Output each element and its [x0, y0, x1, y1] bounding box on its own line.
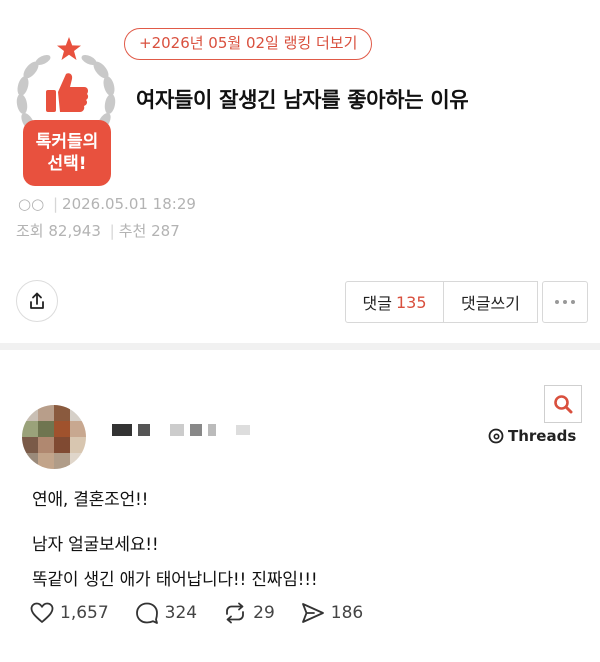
comment-count: 324	[164, 603, 198, 623]
meta-divider: |	[109, 222, 115, 240]
ranking-more-link[interactable]: +2026년 05월 02일 랭킹 더보기	[124, 28, 373, 60]
send-icon	[301, 603, 324, 623]
search-icon	[554, 395, 573, 414]
post-text-line-2: 남자 얼굴보세요!!	[32, 535, 159, 555]
username-blurred	[112, 424, 256, 436]
repost-icon	[226, 602, 245, 624]
heart-icon	[30, 602, 54, 623]
views-label: 조회	[16, 222, 44, 240]
section-divider	[0, 343, 600, 350]
comments-label: 댓글	[362, 294, 392, 313]
threads-label: Threads	[508, 427, 577, 445]
badge-label: 톡커들의 선택!	[23, 120, 111, 186]
badge-label-line1: 톡커들의	[35, 132, 99, 152]
comment-stat[interactable]: 324	[135, 602, 197, 624]
share-stat[interactable]: 186	[301, 602, 363, 624]
likes-count: 287	[151, 222, 180, 240]
post-title: 여자들이 잘생긴 남자를 좋아하는 이유	[136, 88, 469, 112]
meta-divider: |	[52, 195, 59, 213]
post-text-line-3: 똑같이 생긴 애가 태어납니다!! 진짜임!!!	[32, 570, 318, 590]
write-comment-label: 댓글쓰기	[461, 294, 520, 313]
threads-brand: Threads	[488, 427, 576, 445]
share-button[interactable]	[16, 280, 58, 322]
repost-stat[interactable]: 29	[223, 602, 275, 624]
threads-logo-icon	[488, 428, 504, 444]
likes-label: 추천	[118, 222, 147, 240]
share-icon	[30, 292, 44, 309]
post-meta-author-date: ○○ | 2026.05.01 18:29	[18, 195, 196, 213]
post-text-line-1: 연애, 결혼조언!!	[32, 490, 149, 510]
share-count: 186	[330, 603, 364, 623]
avatar-blurred	[22, 405, 86, 469]
comments-button[interactable]: 댓글 135	[345, 281, 444, 323]
more-options-button[interactable]	[542, 281, 588, 323]
comment-bubble-icon	[135, 602, 158, 624]
toktalk-choice-badge: 톡커들의 선택!	[12, 36, 120, 186]
comment-actions: 댓글 135 댓글쓰기	[345, 281, 588, 323]
like-count: 1,657	[60, 603, 109, 623]
post-date: 2026.05.01 18:29	[62, 195, 196, 213]
author-blurred: ○○	[18, 195, 45, 213]
views-count: 82,943	[48, 222, 101, 240]
thumbs-up-icon	[46, 73, 89, 112]
badge-label-line2: 선택!	[47, 154, 87, 174]
post-meta-stats: 조회 82,943 | 추천 287	[16, 220, 180, 241]
more-dots-icon	[553, 300, 577, 304]
write-comment-button[interactable]: 댓글쓰기	[443, 281, 538, 323]
comments-count: 135	[395, 292, 427, 312]
search-button[interactable]	[544, 385, 582, 423]
threads-stats: 1,657 324 29 186	[30, 602, 389, 624]
like-stat[interactable]: 1,657	[30, 602, 109, 624]
repost-count: 29	[253, 603, 275, 623]
